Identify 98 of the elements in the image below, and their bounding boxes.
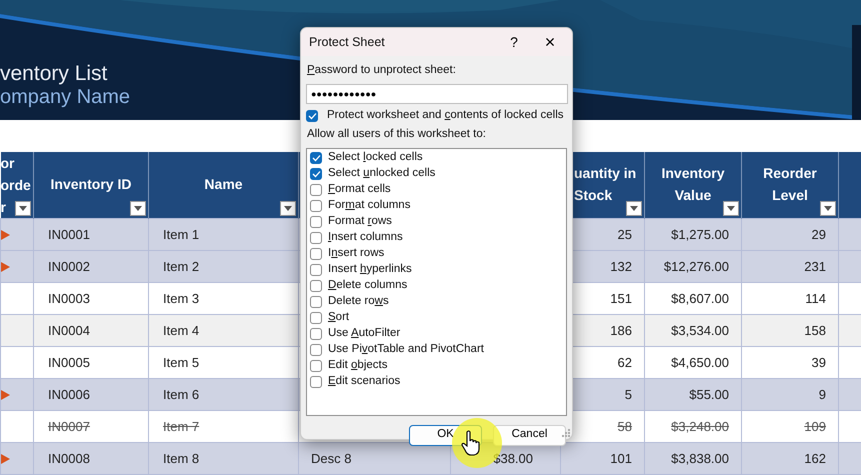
help-button[interactable]: ? (496, 28, 532, 56)
column-header: Name (204, 176, 243, 192)
checkbox[interactable] (310, 328, 322, 340)
checkbox[interactable] (310, 152, 322, 164)
cancel-button[interactable]: Cancel (493, 424, 566, 446)
sheet-title: ventory List (0, 62, 108, 86)
column-header: Inventory ID (50, 176, 132, 192)
table-cell: Item 5 (163, 354, 200, 370)
checkbox[interactable] (310, 264, 322, 276)
checkbox-label[interactable]: Select unlocked cells (328, 164, 436, 182)
caret-icon (19, 206, 27, 211)
table-cell: Item 2 (163, 258, 200, 274)
password-field[interactable]: ●●●●●●●●●●●● (306, 84, 568, 104)
table-cell: Item 7 (163, 418, 200, 434)
table-cell: $3,534.00 (671, 322, 729, 338)
table-cell: 9 (818, 386, 826, 402)
checkbox[interactable] (310, 312, 322, 324)
checkbox-label[interactable]: Format rows (328, 212, 392, 230)
table-cell: IN0003 (48, 290, 90, 306)
table-cell: $12,276.00 (664, 258, 729, 274)
filter-dropdown-button[interactable] (130, 201, 146, 216)
table-cell: $55.00 (689, 386, 729, 402)
checkbox[interactable] (310, 184, 322, 196)
filter-dropdown-button[interactable] (280, 201, 296, 216)
filter-dropdown-button[interactable] (723, 201, 739, 216)
table-cell: 162 (804, 450, 826, 466)
table-cell: IN0008 (48, 450, 90, 466)
column-header: uantity in Stock (574, 165, 636, 203)
table-cell: 132 (610, 258, 632, 274)
table-cell: 231 (804, 258, 826, 274)
checkbox[interactable] (310, 232, 322, 244)
table-cell: 151 (610, 290, 632, 306)
checkbox-label[interactable]: Select locked cells (328, 148, 423, 166)
table-cell: Item 1 (163, 226, 200, 242)
table-cell: IN0006 (48, 386, 90, 402)
table-cell: $8,607.00 (671, 290, 729, 306)
checkbox-label[interactable]: Protect worksheet and contents of locked cells (327, 107, 564, 124)
checkbox[interactable] (306, 110, 318, 122)
checkbox[interactable] (310, 296, 322, 308)
table-cell: $1,275.00 (671, 226, 729, 242)
caret-icon (630, 206, 638, 211)
table-cell: IN0007 (48, 418, 90, 434)
checkbox[interactable] (310, 280, 322, 292)
column-header: Inventory Value (661, 165, 724, 203)
checkbox-label[interactable]: Delete columns (328, 276, 408, 294)
table-cell: 39 (812, 354, 826, 370)
table-cell: IN0002 (48, 258, 90, 274)
checkbox[interactable] (310, 344, 322, 356)
checkbox[interactable] (310, 360, 322, 372)
checkbox[interactable] (310, 376, 322, 388)
resize-grip-icon (562, 429, 570, 437)
table-cell: Desc 8 (311, 450, 352, 466)
checkbox-label[interactable]: Sort (328, 308, 350, 326)
table-cell: IN0001 (48, 226, 90, 242)
table-cell: IN0005 (48, 354, 90, 370)
company-name: ompany Name (0, 86, 130, 110)
checkbox-label[interactable]: Format cells (328, 180, 391, 198)
checkbox[interactable] (310, 216, 322, 228)
caret-icon (824, 206, 832, 211)
caret-icon (284, 206, 292, 211)
table-cell: Item 3 (163, 290, 200, 306)
checkbox-label[interactable]: Edit scenarios (328, 372, 400, 390)
password-label: Password to unprotect sheet: (306, 63, 457, 78)
filter-dropdown-button[interactable] (15, 201, 31, 216)
checkbox-label[interactable]: Format columns (328, 196, 410, 214)
table-cell: $4,650.00 (671, 354, 729, 370)
table-cell: 29 (812, 226, 826, 242)
table-cell: 25 (618, 226, 632, 242)
table-cell: 158 (804, 322, 826, 338)
table-cell: $3,838.00 (671, 450, 729, 466)
column-header: r (0, 199, 6, 215)
filter-dropdown-button[interactable] (820, 201, 836, 216)
table-cell: 5 (624, 386, 632, 402)
table-cell: 58 (618, 418, 632, 434)
table-cell: 186 (610, 322, 632, 338)
table-cell: 114 (805, 290, 826, 306)
checkbox[interactable] (310, 168, 322, 180)
section-label: Allow all users of this worksheet to: (306, 127, 487, 142)
table-cell: 109 (804, 418, 826, 434)
column-header: orde (0, 177, 31, 193)
table-cell: Item 8 (163, 450, 200, 466)
close-button[interactable]: × (532, 28, 568, 56)
checkbox-label[interactable]: Use PivotTable and PivotChart (328, 340, 484, 358)
caret-icon (134, 206, 142, 211)
checkbox[interactable] (310, 248, 322, 260)
table-cell: Item 4 (163, 322, 200, 338)
checkbox-label[interactable]: Insert rows (328, 244, 384, 262)
table-cell: IN0004 (48, 322, 90, 338)
caret-icon (727, 206, 735, 211)
table-cell: Item 6 (163, 386, 200, 402)
column-header: Reorder Level (763, 165, 817, 203)
table-cell: $3,248.00 (671, 418, 729, 434)
table-cell: 101 (610, 450, 632, 466)
table-cell: 62 (618, 354, 632, 370)
column-header: or (0, 155, 14, 171)
filter-dropdown-button[interactable] (626, 201, 642, 216)
dialog-title: Protect Sheet (309, 34, 386, 51)
checkbox[interactable] (310, 200, 322, 212)
